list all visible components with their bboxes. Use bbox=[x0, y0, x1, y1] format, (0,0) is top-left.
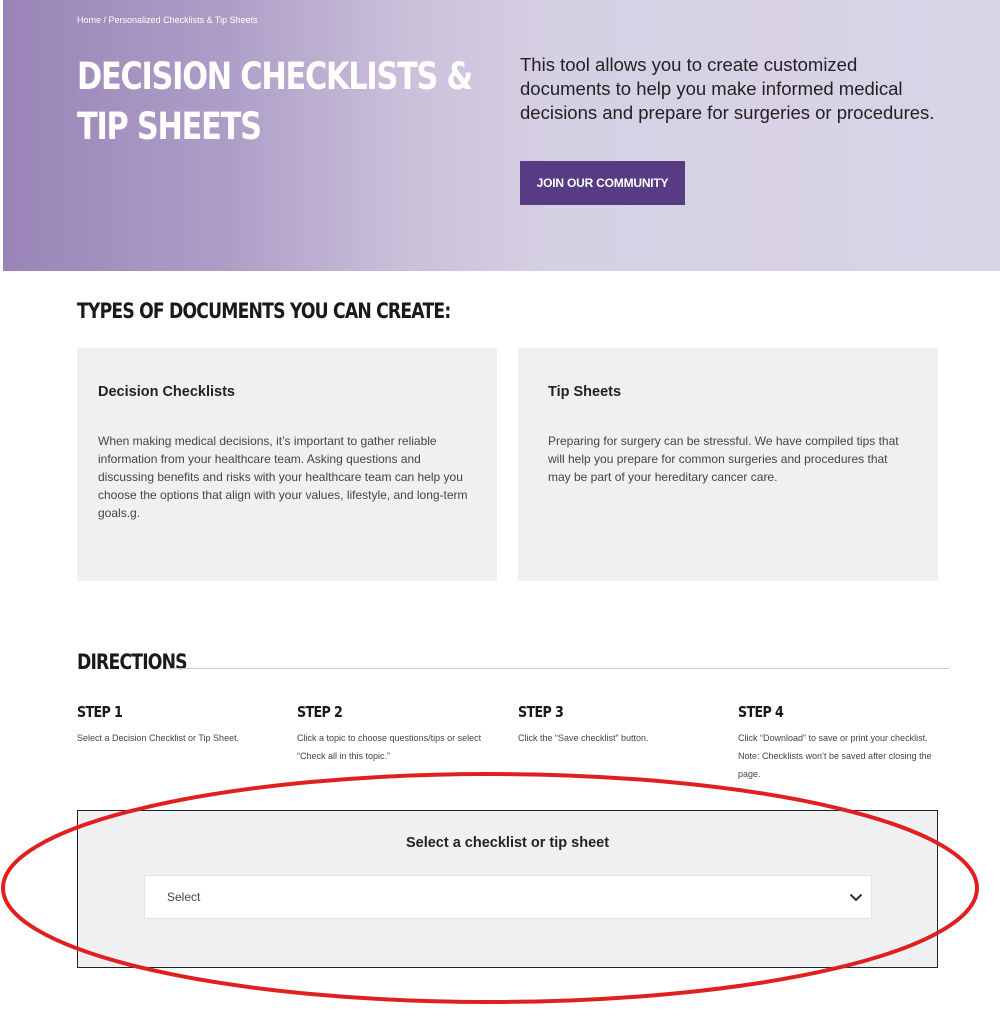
tip-sheets-card: Tip Sheets Preparing for surgery can be … bbox=[518, 348, 938, 581]
join-community-button[interactable]: JOIN OUR COMMUNITY bbox=[520, 161, 685, 205]
step-text: Click a topic to choose questions/tips o… bbox=[297, 733, 482, 761]
breadcrumb-separator: / bbox=[101, 15, 109, 25]
step-3: STEP 3 Click the “Save checklist” button… bbox=[518, 703, 728, 747]
card-title: Tip Sheets bbox=[548, 384, 622, 400]
hero-description: This tool allows you to create customize… bbox=[520, 54, 935, 123]
checklist-select-dropdown[interactable]: Select bbox=[144, 875, 872, 919]
selector-label: Select a checklist or tip sheet bbox=[405, 835, 610, 851]
breadcrumb: Home / Personalized Checklists & Tip She… bbox=[77, 15, 258, 25]
checklist-selector-panel: Select a checklist or tip sheet Select bbox=[77, 810, 938, 968]
step-4: STEP 4 Click “Download” to save or print… bbox=[738, 703, 948, 783]
card-title: Decision Checklists bbox=[98, 384, 235, 400]
step-text: Click the “Save checklist” button. bbox=[518, 733, 649, 743]
step-title: STEP 3 bbox=[518, 703, 564, 721]
step-1: STEP 1 Select a Decision Checklist or Ti… bbox=[77, 703, 287, 747]
chevron-down-icon bbox=[850, 894, 862, 901]
card-text: Preparing for surgery can be stressful. … bbox=[548, 434, 899, 484]
select-value: Select bbox=[167, 890, 201, 904]
hero-banner: Home / Personalized Checklists & Tip She… bbox=[3, 0, 1000, 271]
types-heading: TYPES OF DOCUMENTS YOU CAN CREATE: bbox=[77, 299, 451, 323]
step-title: STEP 4 bbox=[738, 703, 784, 721]
decision-checklists-card: Decision Checklists When making medical … bbox=[77, 348, 497, 581]
breadcrumb-home-link[interactable]: Home bbox=[77, 15, 101, 25]
step-text: Select a Decision Checklist or Tip Sheet… bbox=[77, 733, 240, 743]
page-title: Decision Checklists & Tip Sheets bbox=[77, 55, 473, 148]
directions-heading: DIRECTIONS bbox=[77, 650, 188, 674]
card-text: When making medical decisions, it’s impo… bbox=[98, 434, 468, 520]
breadcrumb-current: Personalized Checklists & Tip Sheets bbox=[108, 15, 258, 25]
directions-divider bbox=[170, 668, 949, 669]
step-title: STEP 1 bbox=[77, 703, 123, 721]
step-title: STEP 2 bbox=[297, 703, 343, 721]
step-2: STEP 2 Click a topic to choose questions… bbox=[297, 703, 507, 765]
step-text: Click “Download” to save or print your c… bbox=[738, 733, 932, 779]
